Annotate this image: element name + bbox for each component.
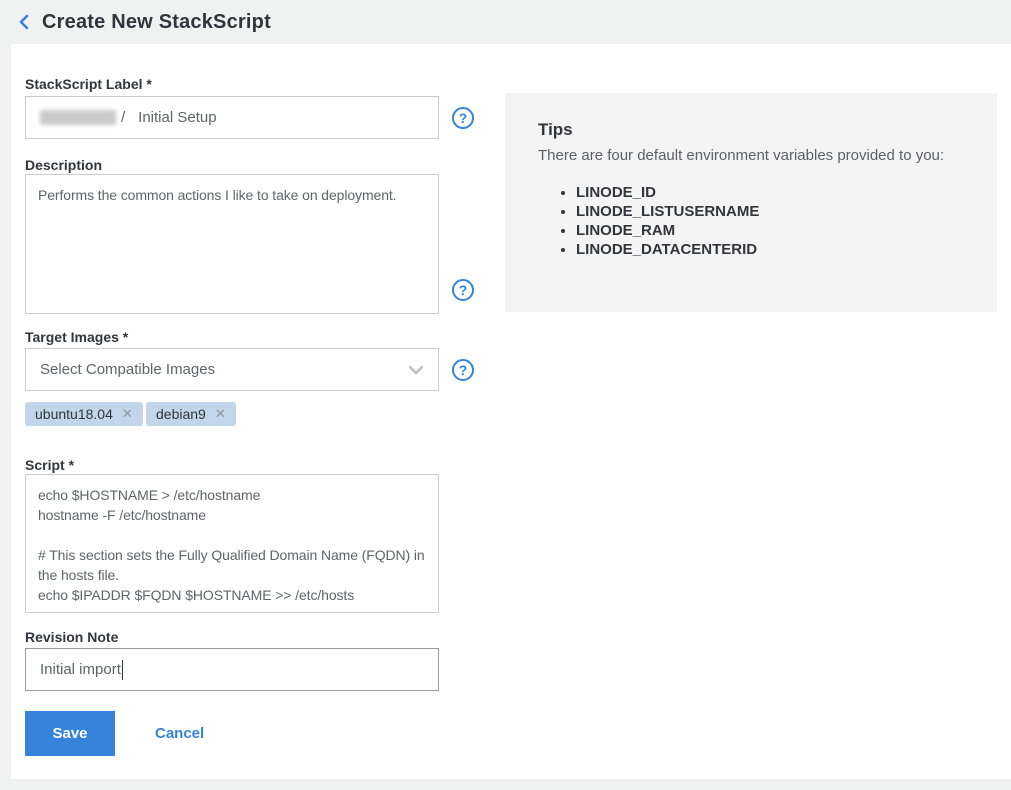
tag-label: debian9 <box>156 406 206 422</box>
target-images-select[interactable]: Select Compatible Images <box>25 348 439 391</box>
description-textarea[interactable]: Performs the common actions I like to ta… <box>25 174 439 314</box>
tag-debian9: debian9 ✕ <box>146 402 236 426</box>
revision-note-input[interactable]: Initial import <box>25 648 439 691</box>
revision-note-value: Initial import <box>40 661 121 678</box>
page-title: Create New StackScript <box>42 11 271 34</box>
description-label: Description <box>25 157 102 173</box>
page-header: Create New StackScript <box>0 0 1011 44</box>
env-variable-item: LINODE_ID <box>576 183 759 202</box>
env-variable-item: LINODE_RAM <box>576 221 759 240</box>
script-textarea[interactable]: echo $HOSTNAME > /etc/hostname hostname … <box>25 474 439 613</box>
back-button[interactable] <box>12 10 36 34</box>
remove-tag-icon[interactable]: ✕ <box>215 406 226 422</box>
target-images-placeholder: Select Compatible Images <box>40 361 215 378</box>
stackscript-label-value: Initial Setup <box>138 109 216 126</box>
username-separator: / <box>121 109 125 126</box>
remove-tag-icon[interactable]: ✕ <box>122 406 133 422</box>
env-variable-item: LINODE_DATACENTERID <box>576 240 759 259</box>
stackscript-label-input[interactable]: / Initial Setup <box>25 96 439 139</box>
target-images-label: Target Images * <box>25 329 128 345</box>
tag-label: ubuntu18.04 <box>35 406 113 422</box>
save-button[interactable]: Save <box>25 711 115 756</box>
label-help-icon[interactable]: ? <box>452 107 474 129</box>
chevron-down-icon <box>408 365 424 375</box>
tag-ubuntu18-04: ubuntu18.04 ✕ <box>25 402 143 426</box>
env-variables-list: LINODE_ID LINODE_LISTUSERNAME LINODE_RAM… <box>505 183 759 259</box>
cancel-button[interactable]: Cancel <box>149 711 210 756</box>
description-help-icon[interactable]: ? <box>452 279 474 301</box>
tips-title: Tips <box>538 120 573 140</box>
tips-panel: Tips There are four default environment … <box>505 93 997 312</box>
text-cursor <box>122 660 123 680</box>
stackscript-label-label: StackScript Label * <box>25 76 152 92</box>
env-variable-item: LINODE_LISTUSERNAME <box>576 202 759 221</box>
script-label: Script * <box>25 457 74 473</box>
chevron-left-icon <box>17 14 31 30</box>
redacted-username <box>40 110 116 125</box>
revision-note-label: Revision Note <box>25 629 118 645</box>
tips-intro: There are four default environment varia… <box>538 147 944 164</box>
create-stackscript-page: Create New StackScript StackScript Label… <box>0 0 1011 790</box>
target-images-help-icon[interactable]: ? <box>452 359 474 381</box>
